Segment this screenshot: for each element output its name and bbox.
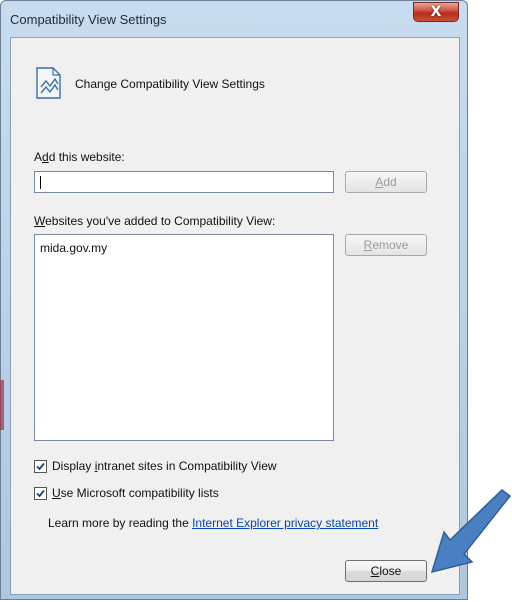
annotation-arrow-icon (430, 489, 512, 574)
compatibility-view-icon (36, 67, 61, 99)
remove-button[interactable]: Remove (345, 234, 427, 256)
ms-lists-option-label: Use Microsoft compatibility lists (52, 486, 219, 500)
title-bar[interactable]: Compatibility View Settings X (1, 1, 467, 37)
privacy-statement-link[interactable]: Internet Explorer privacy statement (192, 516, 378, 530)
background-strip (0, 380, 4, 430)
intranet-option-label: Display intranet sites in Compatibility … (52, 459, 277, 473)
add-button[interactable]: Add (345, 171, 427, 193)
dialog-window: Compatibility View Settings X Change Com… (0, 0, 468, 600)
close-button[interactable]: Close (345, 560, 427, 582)
checkmark-icon (36, 489, 45, 497)
window-close-button[interactable]: X (413, 2, 459, 22)
dialog-client-area: Change Compatibility View Settings Add t… (10, 37, 460, 595)
websites-listbox[interactable]: mida.gov.my (34, 234, 334, 441)
websites-list-label: Websites you've added to Compatibility V… (34, 214, 276, 228)
header-title: Change Compatibility View Settings (75, 77, 265, 91)
ms-lists-option[interactable]: Use Microsoft compatibility lists (34, 486, 219, 500)
intranet-option[interactable]: Display intranet sites in Compatibility … (34, 459, 277, 473)
close-icon: X (430, 4, 442, 20)
checkmark-icon (36, 462, 45, 470)
intranet-checkbox[interactable] (34, 459, 47, 473)
list-item[interactable]: mida.gov.my (40, 241, 107, 255)
window-title: Compatibility View Settings (10, 12, 167, 27)
add-website-label: Add this website: (34, 150, 125, 164)
add-website-input[interactable] (34, 171, 334, 193)
text-caret (40, 176, 41, 189)
ms-lists-checkbox[interactable] (34, 486, 47, 500)
learn-more-text: Learn more by reading the Internet Explo… (48, 516, 379, 530)
